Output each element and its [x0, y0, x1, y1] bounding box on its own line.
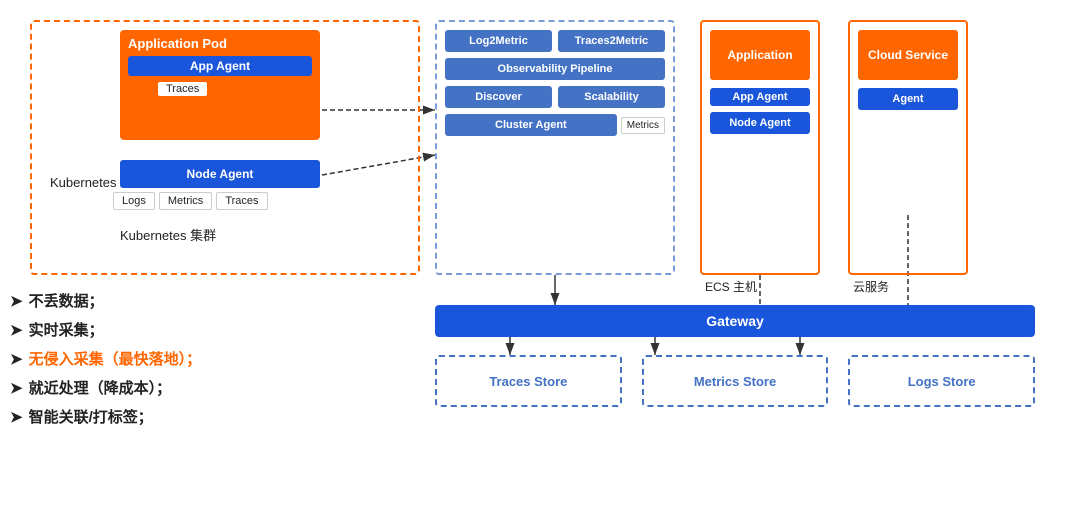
bullet-arrow-1: ➤ [10, 292, 23, 310]
logs-store-box: Logs Store [848, 355, 1035, 407]
discover-cell: Discover [445, 86, 552, 108]
bullet-4: ➤ 就近处理（降成本）； [10, 377, 210, 398]
bullet-arrow-3: ➤ [10, 350, 23, 368]
k8s-cluster-label: Kubernetes 集群 [120, 225, 216, 244]
app-pod-box: Application Pod App Agent Traces [120, 30, 320, 140]
ecs-label: ECS 主机 [705, 278, 757, 295]
log2metric-cell: Log2Metric [445, 30, 552, 52]
traces3-tag: Traces [216, 192, 267, 210]
ecs-app-agent-box: App Agent [710, 88, 810, 106]
cloud-label: 云服务 [853, 278, 889, 295]
pipeline-discover-row: Discover Scalability [445, 86, 665, 108]
bullet-arrow-2: ➤ [10, 321, 23, 339]
app-agent-box: App Agent [128, 56, 312, 76]
pipeline-top-row: Log2Metric Traces2Metric [445, 30, 665, 52]
bullet-3: ➤ 无侵入采集（最快落地）； [10, 348, 210, 369]
app-pod-label: Application Pod [128, 36, 312, 51]
node-agent-bar: Node Agent [120, 160, 320, 188]
bullet-5: ➤ 智能关联/打标签； [10, 406, 210, 427]
cluster-agent-box: Cluster Agent [445, 114, 617, 136]
traces-tag: Traces [158, 82, 207, 96]
cloud-agent-box: Agent [858, 88, 958, 110]
cloud-box: Cloud Service Agent [848, 20, 968, 275]
pipeline-observability-row: Observability Pipeline [445, 58, 665, 80]
metrics-tag: Metrics [159, 192, 212, 210]
ecs-application-box: Application [710, 30, 810, 80]
ecs-box: Application App Agent Node Agent [700, 20, 820, 275]
bullet-arrow-4: ➤ [10, 379, 23, 397]
scalability-cell: Scalability [558, 86, 665, 108]
traces-store-box: Traces Store [435, 355, 622, 407]
cluster-agent-row: Cluster Agent Metrics [445, 114, 665, 136]
bullet-text-5: 智能关联/打标签； [29, 406, 153, 427]
logs-tag: Logs [113, 192, 155, 210]
cloud-service-box: Cloud Service [858, 30, 958, 80]
bullet-1: ➤ 不丢数据； [10, 290, 210, 311]
bullet-text-1: 不丢数据； [29, 290, 104, 311]
pipeline-box: Log2Metric Traces2Metric Observability P… [435, 20, 675, 275]
ecs-node-agent-box: Node Agent [710, 112, 810, 134]
bullet-text-3: 无侵入采集（最快落地）； [29, 348, 202, 369]
bullets-section: ➤ 不丢数据； ➤ 实时采集； ➤ 无侵入采集（最快落地）； ➤ 就近处理（降成… [10, 290, 210, 435]
metrics-badge: Metrics [621, 117, 665, 134]
lmt-tags: Logs Metrics Traces [113, 192, 328, 210]
gateway-bar: Gateway [435, 305, 1035, 337]
traces2metric-cell: Traces2Metric [558, 30, 665, 52]
bullet-text-2: 实时采集； [29, 319, 104, 340]
bullet-2: ➤ 实时采集； [10, 319, 210, 340]
stores-row: Traces Store Metrics Store Logs Store [435, 355, 1035, 407]
observability-cell: Observability Pipeline [445, 58, 665, 80]
metrics-store-box: Metrics Store [642, 355, 829, 407]
bullet-text-4: 就近处理（降成本）； [29, 377, 172, 398]
bullet-arrow-5: ➤ [10, 408, 23, 426]
